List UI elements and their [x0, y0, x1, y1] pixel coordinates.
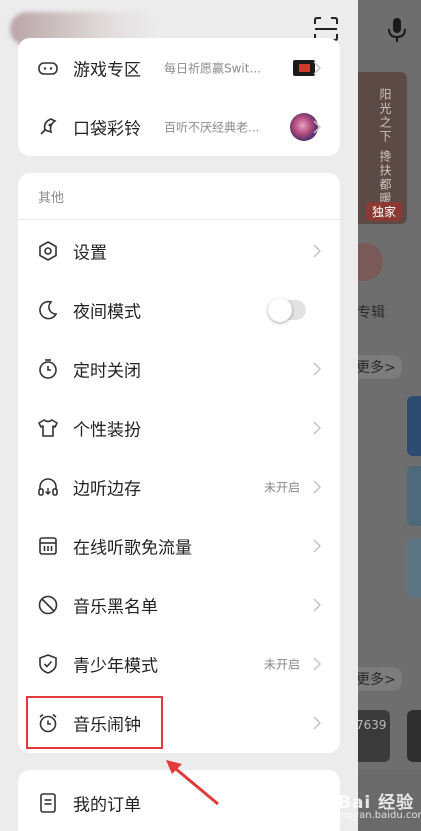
menu-item-status: 未开启	[263, 657, 300, 671]
menu-item-label: 口袋彩铃	[73, 119, 141, 139]
menu-item-label: 个性装扮	[73, 420, 141, 440]
alarm-clock-icon	[39, 713, 57, 732]
chevron-right-icon	[313, 361, 322, 376]
menu-item-pocket-ringtone[interactable]: 口袋彩铃 百听不厌经典老...	[18, 97, 340, 156]
menu-item-label: 在线听歌免流量	[73, 538, 192, 558]
menu-item-label: 夜间模式	[73, 302, 141, 322]
menu-item-label: 青少年模式	[73, 656, 158, 676]
microphone-icon	[388, 18, 406, 42]
menu-item-my-orders[interactable]: 我的订单	[18, 773, 340, 831]
menu-item-label: 我的订单	[73, 795, 141, 815]
background-thumbnail	[407, 466, 421, 526]
menu-card-bottom: 我的订单	[18, 770, 340, 831]
menu-item-promo: 百听不厌经典老...	[164, 120, 260, 134]
ringtone-icon	[40, 117, 57, 135]
chevron-right-icon	[313, 479, 322, 494]
chevron-right-icon	[313, 538, 322, 553]
menu-item-listen-and-save[interactable]: 边听边存 未开启	[18, 457, 340, 516]
side-drawer: 游戏专区 每日祈愿赢Swit... 口袋彩铃 百听不厌经典老... 其他 设置 …	[0, 0, 358, 831]
chevron-right-icon	[313, 597, 322, 612]
menu-item-sleep-timer[interactable]: 定时关闭	[18, 339, 340, 398]
background-banner-text: 阳光之下 搀扶都暖	[378, 88, 392, 206]
order-icon	[40, 792, 56, 813]
section-title: 其他	[38, 191, 65, 206]
gamepad-icon	[38, 61, 58, 75]
menu-item-label: 音乐闹钟	[73, 715, 141, 735]
chevron-right-icon	[313, 656, 322, 671]
toggle-knob	[268, 297, 292, 322]
menu-item-music-alarm[interactable]: 音乐闹钟	[18, 693, 340, 752]
chevron-right-icon	[313, 243, 322, 258]
menu-item-free-data-streaming[interactable]: 在线听歌免流量	[18, 516, 340, 575]
chevron-right-icon	[313, 119, 322, 134]
background-thumbnail	[407, 710, 421, 762]
menu-card-other: 其他 设置 夜间模式 定时关闭 个性装扮 边听边存 未开启 在线听歌免流量 音乐…	[18, 173, 340, 753]
timer-icon	[39, 358, 57, 379]
background-thumbnail	[407, 396, 421, 456]
menu-item-personal-theme[interactable]: 个性装扮	[18, 398, 340, 457]
settings-icon	[39, 240, 57, 261]
menu-item-label: 设置	[73, 243, 107, 263]
menu-item-settings[interactable]: 设置	[18, 221, 340, 280]
menu-item-promo: 每日祈愿赢Swit...	[164, 61, 261, 75]
menu-item-label: 边听边存	[73, 479, 141, 499]
background-thumbnail-count: 7639	[356, 718, 387, 732]
sim-card-icon	[39, 536, 57, 555]
chevron-right-icon	[313, 715, 322, 730]
moon-icon	[39, 300, 58, 319]
section-divider	[18, 219, 340, 220]
menu-item-label: 游戏专区	[73, 60, 141, 80]
menu-item-label: 音乐黑名单	[73, 597, 158, 617]
shield-icon	[39, 653, 57, 674]
menu-item-label: 定时关闭	[73, 361, 141, 381]
headphones-icon	[38, 477, 58, 496]
block-icon	[38, 595, 58, 614]
menu-card-top: 游戏专区 每日祈愿赢Swit... 口袋彩铃 百听不厌经典老...	[18, 38, 340, 156]
background-thumbnail	[407, 538, 421, 598]
menu-item-teen-mode[interactable]: 青少年模式 未开启	[18, 634, 340, 693]
exclusive-badge: 独家	[366, 202, 403, 221]
watermark-url: jingyan.baidu.com	[335, 810, 421, 821]
menu-item-status: 未开启	[263, 480, 300, 494]
menu-item-night-mode[interactable]: 夜间模式	[18, 280, 340, 339]
chevron-right-icon	[313, 60, 322, 75]
menu-item-music-blacklist[interactable]: 音乐黑名单	[18, 575, 340, 634]
menu-item-game-zone[interactable]: 游戏专区 每日祈愿赢Swit...	[18, 38, 340, 97]
night-mode-toggle[interactable]	[268, 297, 306, 322]
chevron-right-icon	[313, 420, 322, 435]
background-album-label: 专辑	[357, 305, 385, 321]
shirt-icon	[38, 418, 58, 437]
